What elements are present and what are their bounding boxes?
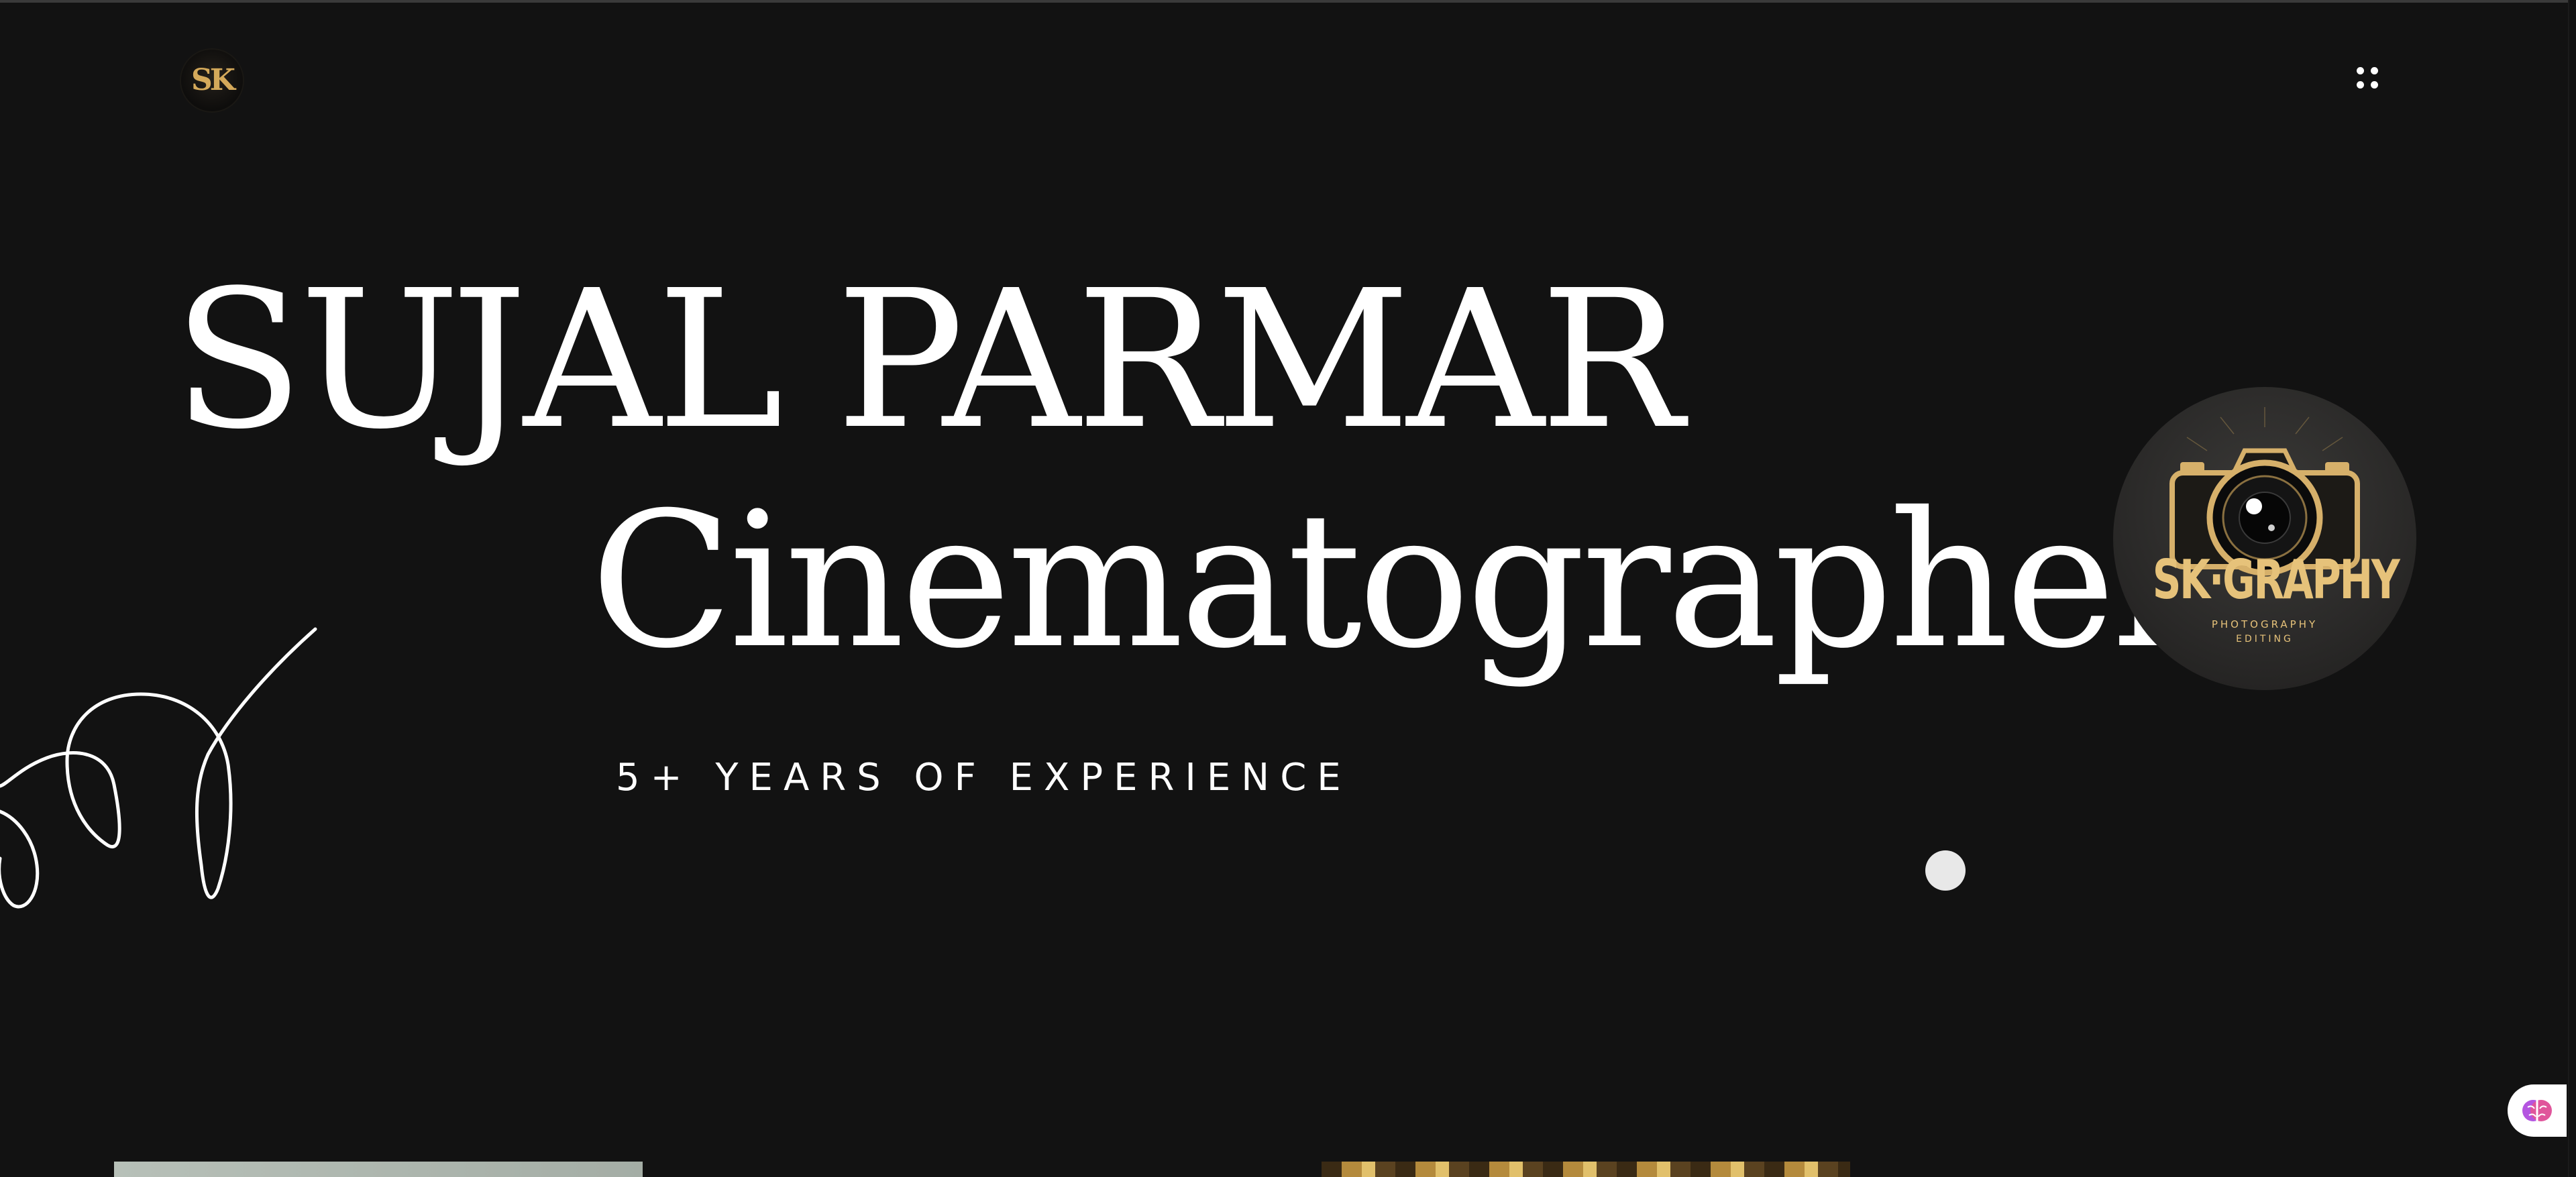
badge-title: SK·GRAPHY [2152, 549, 2400, 611]
badge-subtitle: PHOTOGRAPHY [2211, 618, 2318, 630]
menu-button[interactable] [2349, 62, 2390, 102]
logo-monogram: SK [191, 63, 235, 97]
cursor-follower-dot [1925, 850, 1966, 891]
top-border [0, 0, 2576, 3]
camera-icon [2169, 407, 2360, 576]
scribble-decoration [0, 627, 317, 909]
gallery-image-left[interactable] [114, 1162, 643, 1177]
brain-icon [2522, 1100, 2552, 1121]
badge-subtitle-2: EDITING [2236, 634, 2294, 644]
browser-extension-button[interactable] [2508, 1084, 2567, 1137]
gallery-image-right[interactable] [1322, 1162, 1850, 1177]
site-logo[interactable]: SK [181, 50, 243, 111]
hero-experience: 5+ YEARS OF EXPERIENCE [616, 756, 1352, 799]
brand-badge: SK·GRAPHY PHOTOGRAPHY EDITING [2113, 387, 2416, 690]
hero-role: Cinematographer [590, 472, 2201, 689]
grid-dots-icon [2357, 67, 2364, 74]
page-scrollbar[interactable] [2568, 0, 2576, 1177]
hero-name: SUJAL PARMAR [173, 249, 1684, 471]
